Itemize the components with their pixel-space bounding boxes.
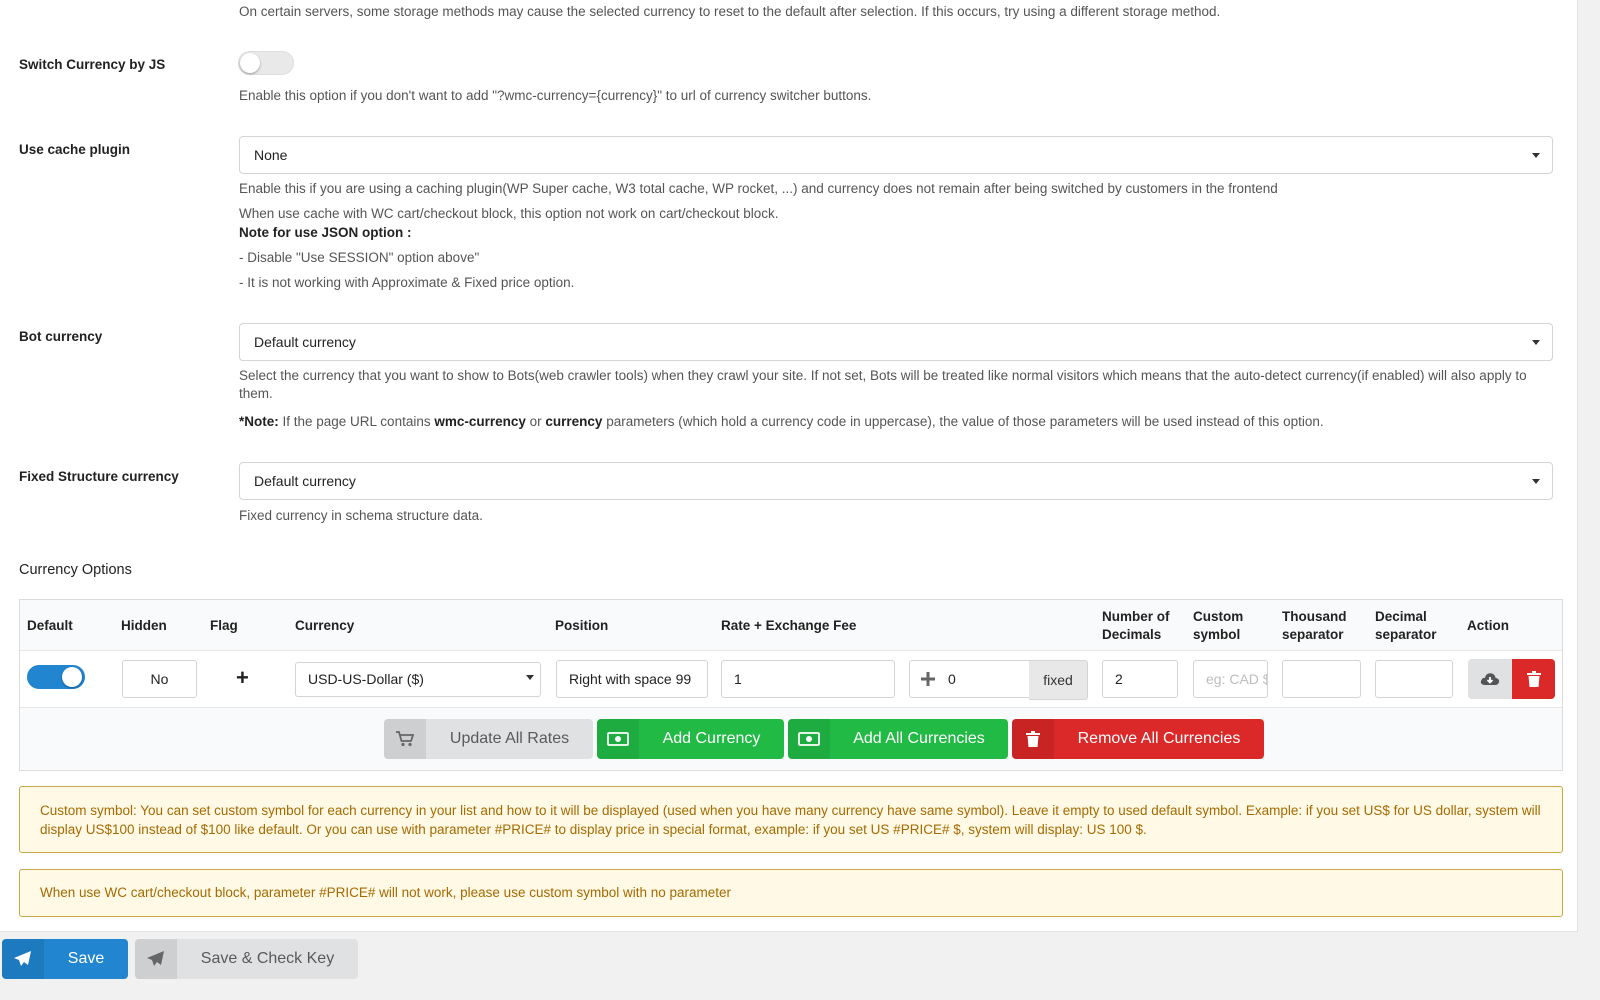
json-note-item-1: - Disable "Use SESSION" option above"	[239, 250, 480, 265]
trash-icon	[1526, 671, 1541, 687]
save-check-key-label: Save & Check Key	[200, 950, 335, 967]
col-rate: Rate + Exchange Fee	[721, 618, 857, 633]
note-text-a: If the page URL contains	[278, 414, 435, 429]
currency-select-value: USD-US-Dollar ($)	[308, 671, 424, 687]
cache-plugin-value: None	[254, 147, 288, 163]
cache-plugin-select[interactable]: None	[239, 136, 1553, 174]
col-default: Default	[27, 618, 73, 633]
col-decimals-line1: Number of	[1102, 609, 1170, 624]
price-param-notice: When use WC cart/checkout block, paramet…	[19, 869, 1563, 917]
note-text-e: parameters (which hold a currency code i…	[602, 414, 1324, 429]
col-custom-symbol: Custom symbol	[1193, 608, 1243, 644]
storage-method-description: On certain servers, some storage methods…	[239, 4, 1221, 19]
bot-currency-description: Select the currency that you want to sho…	[239, 368, 1527, 401]
col-symbol-line2: symbol	[1193, 627, 1241, 642]
switch-by-js-label: Switch Currency by JS	[19, 57, 166, 72]
bot-currency-value: Default currency	[254, 334, 356, 350]
switch-by-js-toggle[interactable]	[238, 51, 294, 75]
cloud-download-icon	[1480, 673, 1500, 685]
cart-icon	[384, 719, 426, 759]
money-icon	[788, 719, 830, 759]
fixed-structure-description: Fixed currency in schema structure data.	[239, 508, 483, 523]
add-all-currencies-button[interactable]: Add All Currencies	[788, 719, 1008, 759]
json-note-item-2: - It is not working with Approximate & F…	[239, 275, 575, 290]
cache-plugin-block-note: When use cache with WC cart/checkout blo…	[239, 206, 779, 221]
toggle-knob	[62, 667, 82, 687]
default-currency-toggle[interactable]	[27, 665, 85, 689]
custom-symbol-input[interactable]: eg: CAD $	[1193, 660, 1268, 698]
col-hidden: Hidden	[121, 618, 167, 633]
col-position: Position	[555, 618, 609, 633]
money-icon	[597, 719, 639, 759]
json-note-title: Note for use JSON option :	[239, 225, 412, 240]
save-button[interactable]: Save	[2, 939, 128, 979]
switch-by-js-description: Enable this option if you don't want to …	[239, 88, 872, 103]
col-decimal-line1: Decimal	[1375, 609, 1427, 624]
update-all-rates-label: Update All Rates	[449, 730, 570, 747]
note-prefix: *Note:	[239, 414, 279, 429]
hidden-select[interactable]: No	[122, 660, 197, 698]
col-flag: Flag	[210, 618, 238, 633]
plus-icon	[921, 672, 935, 686]
col-thousand-line2: separator	[1282, 627, 1344, 642]
col-action: Action	[1467, 618, 1509, 633]
note-text-c: or	[525, 414, 546, 429]
note-param-wmc-currency: wmc-currency	[434, 414, 526, 429]
cache-plugin-description: Enable this if you are using a caching p…	[239, 181, 1278, 196]
col-decimals-line2: Decimals	[1102, 627, 1162, 642]
col-decimal-separator: Decimal separator	[1375, 608, 1437, 644]
remove-all-currencies-button[interactable]: Remove All Currencies	[1012, 719, 1264, 759]
decimal-separator-input[interactable]	[1375, 660, 1453, 698]
fixed-structure-value: Default currency	[254, 473, 356, 489]
custom-symbol-notice: Custom symbol: You can set custom symbol…	[19, 786, 1563, 853]
add-flag-icon[interactable]: +	[236, 666, 249, 690]
bot-currency-label: Bot currency	[19, 329, 103, 344]
note-param-currency: currency	[545, 414, 603, 429]
fixed-structure-label: Fixed Structure currency	[19, 469, 179, 484]
paper-plane-icon	[2, 939, 44, 979]
col-thousand-separator: Thousand separator	[1282, 608, 1347, 644]
download-rate-button[interactable]	[1468, 659, 1512, 699]
thousand-separator-input[interactable]	[1282, 660, 1361, 698]
cache-plugin-label: Use cache plugin	[19, 142, 131, 157]
col-decimal-line2: separator	[1375, 627, 1437, 642]
currency-options-title: Currency Options	[19, 562, 132, 578]
col-symbol-line1: Custom	[1193, 609, 1244, 624]
trash-icon	[1012, 719, 1054, 759]
fixed-structure-select[interactable]: Default currency	[239, 462, 1553, 500]
paper-plane-icon	[135, 939, 177, 979]
update-all-rates-button[interactable]: Update All Rates	[384, 719, 593, 759]
chevron-down-icon	[1532, 340, 1540, 345]
rate-input[interactable]: 1	[721, 660, 895, 698]
position-select[interactable]: Right with space 99	[556, 660, 708, 698]
col-decimals: Number of Decimals	[1102, 608, 1170, 644]
decimals-input[interactable]: 2	[1102, 660, 1178, 698]
currency-select[interactable]: USD-US-Dollar ($)	[295, 662, 541, 697]
bot-currency-note: *Note: If the page URL contains wmc-curr…	[239, 413, 1559, 431]
col-thousand-line1: Thousand	[1282, 609, 1347, 624]
add-currency-button[interactable]: Add Currency	[597, 719, 784, 759]
fee-type-label[interactable]: fixed	[1029, 660, 1088, 700]
chevron-down-icon	[1532, 153, 1540, 158]
chevron-down-icon	[1532, 479, 1540, 484]
chevron-down-icon	[526, 675, 534, 680]
remove-all-currencies-label: Remove All Currencies	[1077, 730, 1241, 747]
delete-currency-button[interactable]	[1512, 659, 1555, 699]
add-currency-label: Add Currency	[662, 730, 761, 747]
col-currency: Currency	[295, 618, 355, 633]
add-all-currencies-label: Add All Currencies	[853, 730, 985, 747]
save-label: Save	[67, 950, 105, 967]
save-check-key-button[interactable]: Save & Check Key	[135, 939, 358, 979]
toggle-knob	[240, 53, 260, 73]
bot-currency-select[interactable]: Default currency	[239, 323, 1553, 361]
